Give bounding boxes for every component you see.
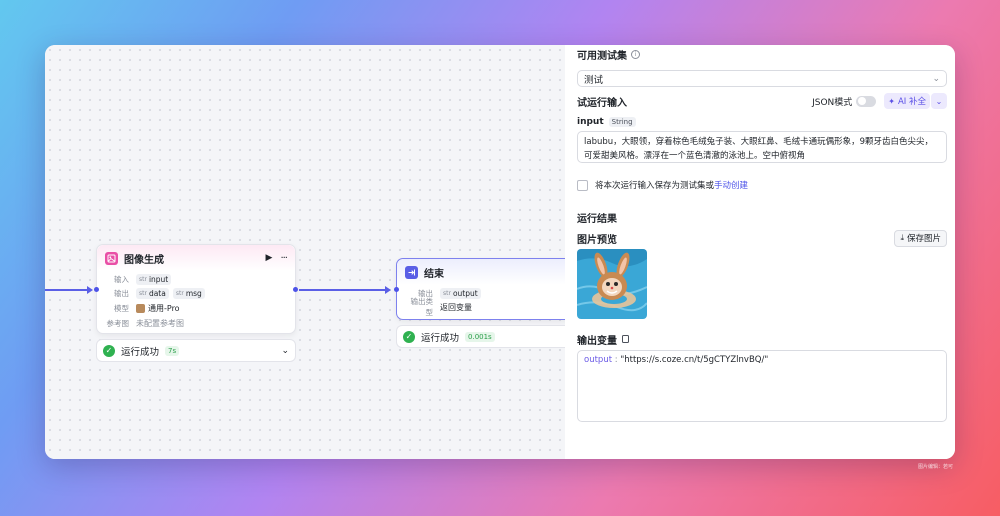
input-port[interactable] (94, 287, 99, 292)
model-value: 通用-Pro (148, 303, 180, 313)
output-var-box: output : "https://s.coze.cn/t/5gCTYZlnvB… (577, 350, 947, 422)
ref-value: 未配置参考图 (136, 318, 184, 328)
image-icon (105, 251, 118, 265)
ai-fill-button[interactable]: ✦ AI 补全 (884, 93, 930, 109)
param-name: data (148, 288, 166, 298)
type-badge: str (139, 275, 147, 283)
manual-create-link[interactable]: 手动创建 (714, 179, 748, 191)
result-image[interactable] (577, 249, 647, 319)
result-title: 运行结果 (577, 214, 617, 225)
trial-input-title: 试运行输入 (577, 97, 627, 109)
output-tag: str msg (172, 287, 205, 299)
node-header: 结束 (397, 259, 568, 285)
save-image-label: 保存图片 (906, 234, 941, 244)
type-badge: str (139, 289, 147, 297)
status-text: 运行成功 (421, 332, 460, 344)
chevron-down-icon[interactable]: ⌄ (281, 346, 289, 356)
testset-select[interactable]: 测试 ⌄ (577, 70, 947, 87)
node-output-kind-row: 输出类型 返回变量 (397, 297, 568, 317)
image-preview-header: 图片预览 ⤓ 保存图片 (577, 229, 947, 247)
node-title: 结束 (424, 268, 444, 280)
watermark: 图片编辑：若可 (918, 464, 954, 470)
save-testset-text: 将本次运行输入保存为测试集或 (595, 181, 715, 191)
edge-start-to-image-gen (45, 289, 87, 291)
testset-value: 测试 (584, 74, 604, 86)
output-kind-value: 返回变量 (440, 302, 472, 312)
input-port[interactable] (394, 287, 399, 292)
node-run-status[interactable]: ✓ 运行成功 0.001s (396, 325, 568, 348)
save-testset-row: 将本次运行输入保存为测试集或 手动创建 (577, 178, 947, 192)
node-output-row: 输出 str data str msg (97, 286, 295, 300)
testset-title: 可用测试集 (577, 50, 627, 62)
output-tag: str output (440, 287, 481, 299)
input-textarea[interactable]: labubu，大眼领，穿着棕色毛绒兔子装、大眼红鼻、毛绒卡通玩偶形象，9颗牙齿白… (577, 131, 947, 163)
input-param-header: input String (577, 116, 947, 128)
testset-header: 可用测试集 i (577, 47, 947, 62)
status-duration-badge: 7s (165, 345, 180, 356)
run-node-icon[interactable]: ▶ (266, 253, 273, 263)
node-header: 图像生成 ▶ ··· (97, 245, 295, 271)
json-mode-toggle[interactable] (856, 95, 877, 107)
more-icon[interactable]: ··· (280, 253, 287, 264)
node-input-row: 输入 str input (97, 272, 295, 286)
test-run-panel: 可用测试集 i 测试 ⌄ 试运行输入 JSON模式 ✦ AI 补全 ⌄ inpu… (565, 45, 955, 459)
type-badge: str (443, 289, 451, 297)
download-icon: ⤓ (900, 233, 904, 242)
node-ref-row: 参考图 未配置参考图 (97, 316, 295, 330)
node-run-status[interactable]: ✓ 运行成功 7s ⌄ (96, 339, 296, 362)
type-badge: str (175, 289, 184, 297)
output-kind-label: 输出类型 (410, 297, 434, 317)
exit-icon (405, 265, 418, 279)
copy-icon[interactable] (622, 335, 629, 343)
input-param-name: input (577, 117, 604, 127)
status-duration-badge: 0.001s (465, 331, 495, 342)
toggle-knob (857, 97, 866, 105)
input-param-type-badge: String (608, 117, 636, 127)
output-tag: str data (136, 287, 169, 299)
check-icon: ✓ (403, 330, 415, 343)
app-window: 图像生成 ▶ ··· 输入 str input 输出 str data str msg… (45, 45, 955, 459)
workflow-canvas[interactable]: 图像生成 ▶ ··· 输入 str input 输出 str data str msg… (45, 45, 568, 459)
output-var-header: 输出变量 (577, 332, 947, 347)
param-name: msg (185, 288, 202, 298)
input-tag: str input (136, 273, 172, 285)
bunny-plush-image (577, 249, 647, 319)
sparkle-icon: ✦ (888, 96, 895, 106)
ref-label: 参考图 (106, 318, 130, 328)
check-icon: ✓ (103, 344, 115, 357)
ai-fill-dropdown-button[interactable]: ⌄ (931, 93, 947, 109)
output-value[interactable]: "https://s.coze.cn/t/5gCTYZlnvBQ/" (620, 355, 768, 365)
output-port[interactable] (293, 287, 298, 292)
node-title: 图像生成 (124, 254, 164, 266)
save-testset-checkbox[interactable] (577, 179, 588, 191)
ai-fill-label: AI 补全 (897, 97, 926, 107)
edge-arrowhead (87, 286, 93, 294)
model-label: 模型 (114, 303, 129, 313)
info-icon[interactable]: i (631, 49, 640, 59)
param-name: input (148, 274, 169, 284)
node-model-row: 模型 通用-Pro (97, 300, 295, 316)
trial-input-header: 试运行输入 JSON模式 ✦ AI 补全 ⌄ (577, 92, 947, 110)
edge-image-gen-to-end (299, 289, 385, 291)
output-var-title: 输出变量 (577, 335, 617, 347)
status-text: 运行成功 (121, 346, 160, 358)
image-preview-title: 图片预览 (577, 234, 617, 246)
output-label: 输出 (114, 288, 129, 298)
output-key: output (584, 355, 613, 365)
param-name: output (452, 288, 478, 298)
model-avatar-icon (136, 303, 145, 313)
json-mode-label: JSON模式 (812, 97, 853, 108)
node-image-generation[interactable]: 图像生成 ▶ ··· 输入 str input 输出 str data str msg… (94, 244, 298, 334)
node-end[interactable]: 结束 输出 str output 输出类型 返回变量 (394, 258, 568, 320)
edge-arrowhead (385, 286, 391, 294)
input-label: 输入 (114, 274, 129, 284)
save-image-button[interactable]: ⤓ 保存图片 (894, 229, 947, 247)
chevron-down-icon: ⌄ (932, 73, 940, 84)
